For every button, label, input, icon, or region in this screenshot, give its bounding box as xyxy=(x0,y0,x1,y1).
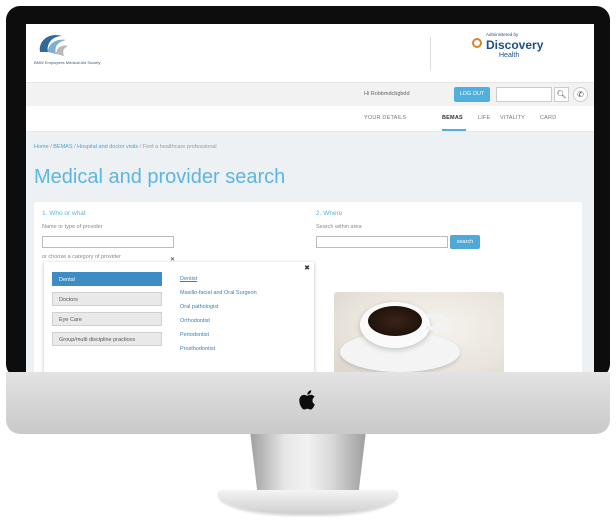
coffee-image xyxy=(334,292,504,376)
subcategory-oral-pathologist[interactable]: Oral pathologist xyxy=(180,304,219,310)
monitor-stand-base xyxy=(218,490,398,514)
popup-close-icon[interactable]: ✖ xyxy=(304,264,310,272)
where-label: Search within area xyxy=(316,224,362,230)
discovery-brand-sub: Health xyxy=(499,52,520,59)
who-label: Name or type of provider xyxy=(42,224,103,230)
close-icon[interactable]: ✕ xyxy=(170,256,175,263)
nav-item-life[interactable]: LIFE xyxy=(478,115,490,121)
user-bar: Hi Robbmdcbgbdd LOG OUT 🔍︎ ✆ xyxy=(26,82,594,106)
category-prompt: or choose a category of provider xyxy=(42,254,121,260)
administered-by-label: Administered by xyxy=(486,32,519,37)
search-panel: 1. Who or what Name or type of provider … xyxy=(34,202,582,376)
page-body: Home / BEMAS / Hospital and doctor visit… xyxy=(26,132,594,376)
page-title: Medical and provider search xyxy=(34,166,286,188)
search-icon[interactable]: 🔍︎ xyxy=(554,87,569,102)
area-search-button[interactable]: search xyxy=(450,235,480,249)
nav-active-indicator xyxy=(442,129,466,131)
provider-name-input[interactable] xyxy=(42,236,174,248)
area-search-input[interactable] xyxy=(316,236,448,248)
brand-text: BMW Employees Medical Aid Society xyxy=(34,60,101,65)
breadcrumb-current: Find a healthcare professional xyxy=(142,144,217,150)
subcategory-maxillo-facial[interactable]: Maxillo-facial and Oral Surgeon xyxy=(180,290,257,296)
category-dental[interactable]: Dental xyxy=(52,272,162,286)
category-eye-care[interactable]: Eye Care xyxy=(52,312,162,326)
discovery-logo-icon xyxy=(472,38,482,48)
brand-header: BMW Employees Medical Aid Society Admini… xyxy=(26,24,594,82)
subcategory-dentist[interactable]: Dentist xyxy=(180,276,197,282)
breadcrumb-bemas[interactable]: BEMAS xyxy=(53,144,72,150)
logout-button[interactable]: LOG OUT xyxy=(454,87,490,102)
phone-icon[interactable]: ✆ xyxy=(573,87,588,102)
subcategory-orthodontist[interactable]: Orthodontist xyxy=(180,318,210,324)
category-group-practices[interactable]: Group/multi discipline practices xyxy=(52,332,162,346)
breadcrumb-home[interactable]: Home xyxy=(34,144,49,150)
site-search-input[interactable] xyxy=(496,87,552,102)
monitor-frame: BMW Employees Medical Aid Society Admini… xyxy=(6,6,610,378)
nav-item-bemas[interactable]: BEMAS xyxy=(442,115,463,121)
category-popup: ✕ ✖ Dental Doctors Eye Care Group/multi … xyxy=(44,257,314,376)
cup-handle-shape xyxy=(426,314,448,330)
screen: BMW Employees Medical Aid Society Admini… xyxy=(26,24,594,376)
nav-item-your-details[interactable]: YOUR DETAILS xyxy=(364,115,406,121)
nav-item-vitality[interactable]: VITALITY xyxy=(500,115,525,121)
apple-logo-icon xyxy=(299,390,315,410)
category-doctors[interactable]: Doctors xyxy=(52,292,162,306)
where-heading: 2. Where xyxy=(316,210,343,217)
breadcrumb-hospital[interactable]: Hospital and doctor visits xyxy=(77,144,138,150)
user-greeting: Hi Robbmdcbgbdd xyxy=(364,91,410,97)
subcategory-prosthodontist[interactable]: Prosthodontist xyxy=(180,346,215,352)
monitor-stand-neck xyxy=(250,434,366,494)
main-nav: YOUR DETAILS BEMAS LIFE VITALITY CARD xyxy=(26,106,594,132)
subcategory-periodontist[interactable]: Periodontist xyxy=(180,332,209,338)
who-heading: 1. Who or what xyxy=(42,210,86,217)
bemas-logo-icon xyxy=(39,34,68,56)
discovery-brand: Discovery xyxy=(486,38,544,52)
nav-item-card[interactable]: CARD xyxy=(540,115,556,121)
coffee-shape xyxy=(368,306,422,336)
breadcrumb: Home / BEMAS / Hospital and doctor visit… xyxy=(34,144,217,150)
header-divider xyxy=(430,36,431,70)
